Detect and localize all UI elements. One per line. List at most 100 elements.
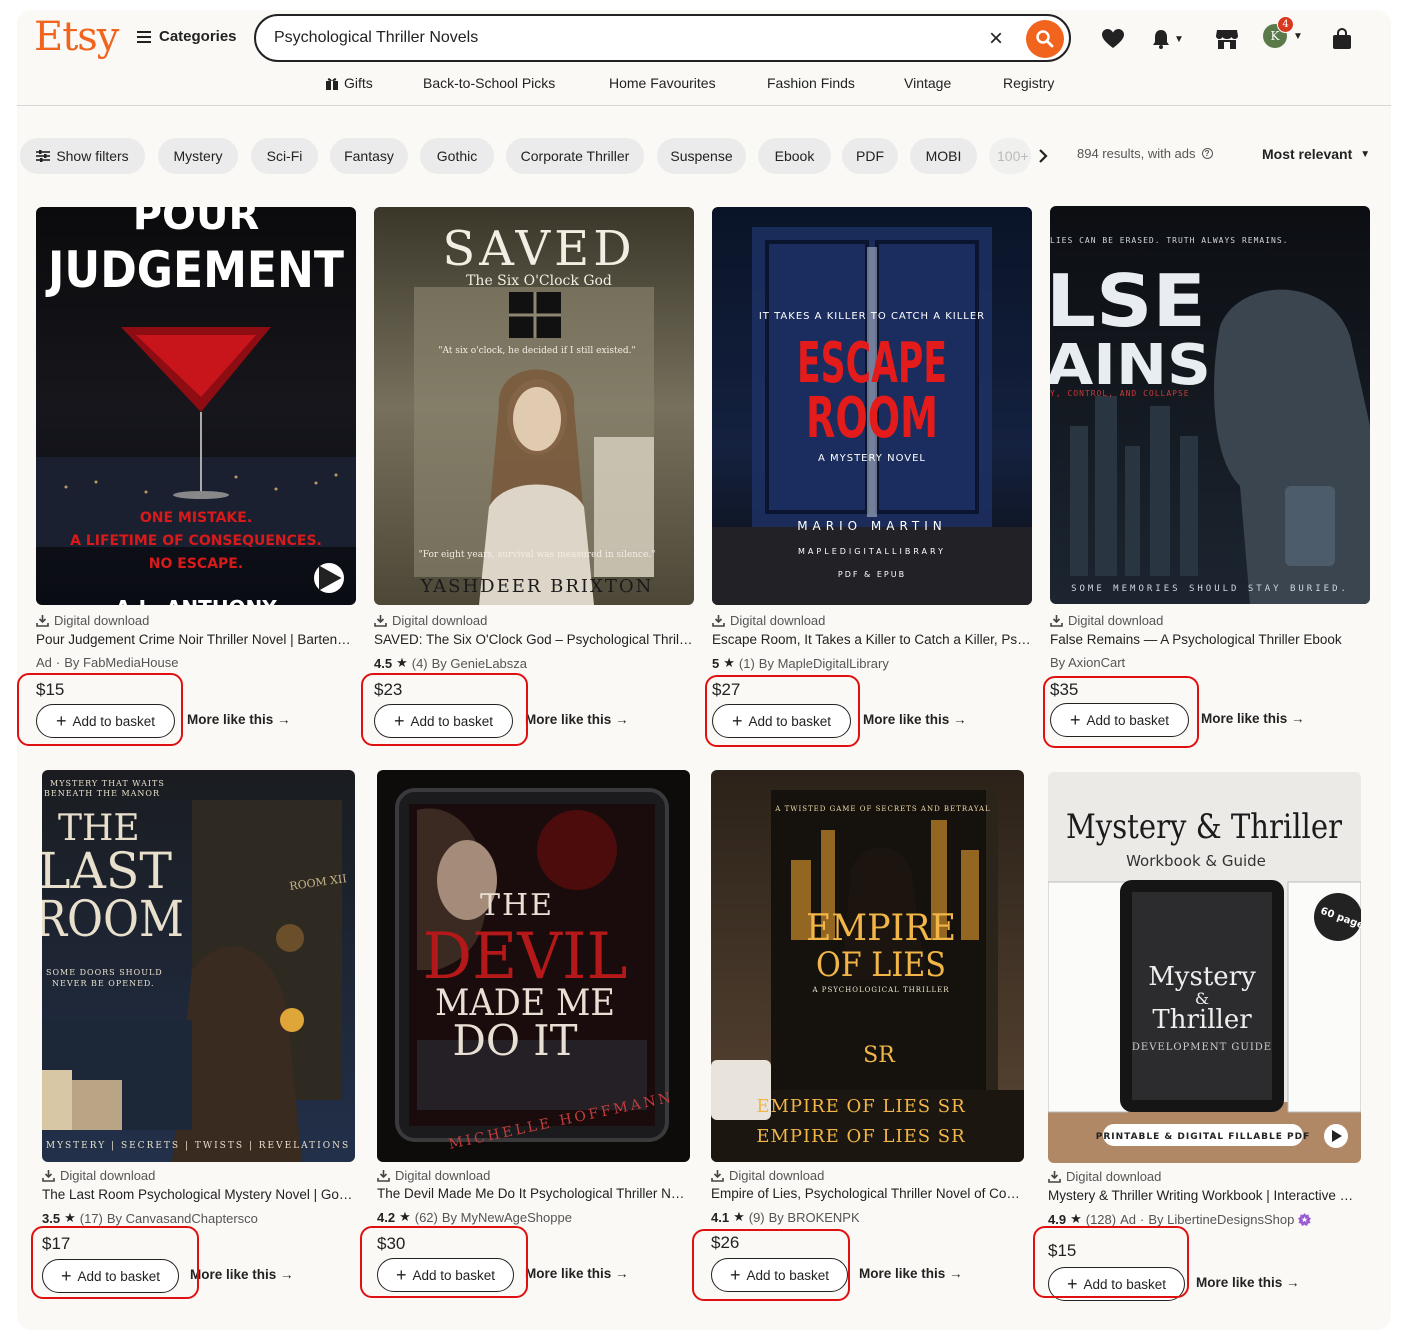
play-video-button[interactable] xyxy=(314,563,344,593)
listing-image[interactable]: SAVED The Six O'Clock God "At six o'cloc… xyxy=(374,207,694,605)
shop-name[interactable]: By MapleDigitalLibrary xyxy=(759,656,889,671)
rating-value: 4.5 xyxy=(374,655,393,671)
more-like-this-link[interactable]: More like this → xyxy=(187,712,291,727)
filter-chip-ebook[interactable]: Ebook xyxy=(758,138,831,174)
listing-image[interactable]: LIES CAN BE ERASED. TRUTH ALWAYS REMAINS… xyxy=(1050,206,1370,604)
basket-button[interactable] xyxy=(1327,24,1357,54)
listing-image[interactable]: THE DEVIL MADE ME DO IT MICHELLE HOFFMAN… xyxy=(377,770,690,1162)
nav-fashion-finds[interactable]: Fashion Finds xyxy=(767,75,855,91)
filter-chip-pdf[interactable]: PDF xyxy=(842,138,898,174)
top-bar: Etsy Categories × ▼ K 4 ▼ xyxy=(17,10,1391,66)
search-input[interactable] xyxy=(274,26,974,50)
add-to-basket-button[interactable]: + Add to basket xyxy=(1050,703,1189,737)
shop-name[interactable]: By GenieLabsza xyxy=(432,656,527,671)
listing-image[interactable]: Mystery & Thriller Workbook & Guide Myst… xyxy=(1048,772,1361,1163)
play-icon xyxy=(319,565,342,591)
star-seller-icon xyxy=(1298,1212,1312,1226)
listing-meta: 4.1 ★ (9) By BROKENPK xyxy=(711,1209,860,1225)
listing-title[interactable]: Pour Judgement Crime Noir Thriller Novel… xyxy=(36,632,356,647)
listing-title[interactable]: SAVED: The Six O'Clock God – Psychologic… xyxy=(374,632,694,647)
search-button[interactable] xyxy=(1026,20,1064,58)
more-like-this-link[interactable]: More like this → xyxy=(525,712,629,727)
listing-card: POUR JUDGEMENT ONE MISTAKE. A LIFETIME O… xyxy=(36,207,356,738)
listing-image[interactable]: MYSTERY THAT WAITS BENEATH THE MANOR THE… xyxy=(42,770,355,1162)
download-icon xyxy=(374,615,387,627)
download-icon xyxy=(712,615,725,627)
listing-title[interactable]: Mystery & Thriller Writing Workbook | In… xyxy=(1048,1188,1361,1203)
more-like-this-link[interactable]: More like this → xyxy=(1201,711,1305,726)
svg-text:A TWISTED GAME OF SECRETS AND: A TWISTED GAME OF SECRETS AND BETRAYAL xyxy=(774,805,990,813)
favorites-button[interactable] xyxy=(1098,24,1128,54)
shop-name[interactable]: By FabMediaHouse xyxy=(64,655,178,670)
listing-title[interactable]: The Last Room Psychological Mystery Nove… xyxy=(42,1187,355,1202)
show-filters-button[interactable]: Show filters xyxy=(20,138,145,174)
add-to-basket-button[interactable]: + Add to basket xyxy=(377,1258,514,1292)
svg-text:MYSTERY THAT WAITS: MYSTERY THAT WAITS xyxy=(50,779,165,788)
listing-title[interactable]: Escape Room, It Takes a Killer to Catch … xyxy=(712,632,1032,647)
search-bar: × xyxy=(254,14,1071,62)
svg-text:SOME MEMORIES SHOULD STAY BURI: SOME MEMORIES SHOULD STAY BURIED. xyxy=(1071,584,1349,594)
info-icon[interactable]: ? xyxy=(1201,148,1213,159)
plus-icon: + xyxy=(729,1265,741,1285)
review-count: (4) xyxy=(411,655,428,671)
listing-image[interactable]: POUR JUDGEMENT ONE MISTAKE. A LIFETIME O… xyxy=(36,207,356,605)
listing-price: $15 xyxy=(36,680,65,699)
filter-chip-100-plus[interactable]: 100+ xyxy=(989,138,1031,174)
svg-text:POUR: POUR xyxy=(133,207,260,239)
nav-back-to-school[interactable]: Back-to-School Picks xyxy=(423,75,555,91)
filter-chip-gothic[interactable]: Gothic xyxy=(420,138,494,174)
clear-search-icon[interactable]: × xyxy=(989,25,1003,53)
add-to-basket-button[interactable]: + Add to basket xyxy=(711,1258,848,1292)
listing-card: IT TAKES A KILLER TO CATCH A KILLER ESCA… xyxy=(712,207,1032,738)
listing-image[interactable]: IT TAKES A KILLER TO CATCH A KILLER ESCA… xyxy=(712,207,1032,605)
listing-title[interactable]: Empire of Lies, Psychological Thriller N… xyxy=(711,1186,1024,1201)
filters-scroll-right[interactable] xyxy=(1031,144,1055,168)
more-like-this-link[interactable]: More like this → xyxy=(859,1266,963,1281)
listing-image[interactable]: A TWISTED GAME OF SECRETS AND BETRAYAL E… xyxy=(711,770,1024,1162)
add-to-basket-button[interactable]: + Add to basket xyxy=(1048,1267,1185,1301)
filter-chip-suspense[interactable]: Suspense xyxy=(657,138,746,174)
listing-card: Mystery & Thriller Workbook & Guide Myst… xyxy=(1048,772,1368,1301)
svg-text:The Six O'Clock God: The Six O'Clock God xyxy=(466,273,612,289)
more-like-this-link[interactable]: More like this → xyxy=(863,712,967,727)
filter-chip-corporate-thriller[interactable]: Corporate Thriller xyxy=(506,138,644,174)
listing-title[interactable]: False Remains — A Psychological Thriller… xyxy=(1050,632,1370,647)
filter-chip-sci-fi[interactable]: Sci-Fi xyxy=(251,138,318,174)
star-icon: ★ xyxy=(399,1209,411,1224)
categories-button[interactable]: Categories xyxy=(137,28,237,45)
shop-manager-button[interactable] xyxy=(1212,24,1242,54)
sort-dropdown[interactable]: Most relevant ▼ xyxy=(1262,146,1370,162)
nav-home-favourites[interactable]: Home Favourites xyxy=(609,75,716,91)
more-like-this-link[interactable]: More like this → xyxy=(190,1267,294,1282)
filter-chip-fantasy[interactable]: Fantasy xyxy=(330,138,408,174)
shop-name[interactable]: By BROKENPK xyxy=(769,1210,860,1225)
star-icon: ★ xyxy=(396,655,408,670)
svg-text:MAPLEDIGITALLIBRARY: MAPLEDIGITALLIBRARY xyxy=(798,547,946,556)
shop-name[interactable]: By LibertineDesignsShop xyxy=(1148,1212,1294,1227)
filter-chip-mobi[interactable]: MOBI xyxy=(910,138,977,174)
nav-registry[interactable]: Registry xyxy=(1003,75,1054,91)
chevron-down-icon: ▼ xyxy=(1360,148,1371,160)
more-like-this-link[interactable]: More like this → xyxy=(525,1266,629,1281)
add-to-basket-button[interactable]: + Add to basket xyxy=(374,704,513,738)
shop-name[interactable]: By AxionCart xyxy=(1050,655,1125,670)
shop-name[interactable]: By MyNewAgeShoppe xyxy=(442,1210,572,1225)
nav-gifts[interactable]: Gifts xyxy=(325,75,373,91)
notifications-button[interactable]: ▼ xyxy=(1147,24,1187,54)
plus-icon: + xyxy=(1069,710,1081,730)
add-to-basket-button[interactable]: + Add to basket xyxy=(36,704,175,738)
listing-meta: 4.2 ★ (62) By MyNewAgeShoppe xyxy=(377,1209,572,1225)
filter-chip-mystery[interactable]: Mystery xyxy=(158,138,238,174)
listing-meta: 4.9 ★ (128) Ad · By LibertineDesignsShop xyxy=(1048,1211,1312,1227)
add-to-basket-button[interactable]: + Add to basket xyxy=(42,1259,179,1293)
shop-name[interactable]: By CanvasandChaptersco xyxy=(107,1211,258,1226)
more-like-this-link[interactable]: More like this → xyxy=(1196,1275,1300,1290)
nav-vintage[interactable]: Vintage xyxy=(904,75,951,91)
account-menu[interactable]: K 4 ▼ xyxy=(1263,16,1303,48)
etsy-logo[interactable]: Etsy xyxy=(34,14,119,60)
shopping-bag-icon xyxy=(1333,28,1351,49)
svg-text:LIES CAN BE ERASED. TRUTH ALWA: LIES CAN BE ERASED. TRUTH ALWAYS REMAINS… xyxy=(1050,236,1288,245)
listing-title[interactable]: The Devil Made Me Do It Psychological Th… xyxy=(377,1186,690,1201)
results-count: 894 results, with ads ? xyxy=(1077,146,1213,161)
add-to-basket-button[interactable]: + Add to basket xyxy=(712,704,851,738)
